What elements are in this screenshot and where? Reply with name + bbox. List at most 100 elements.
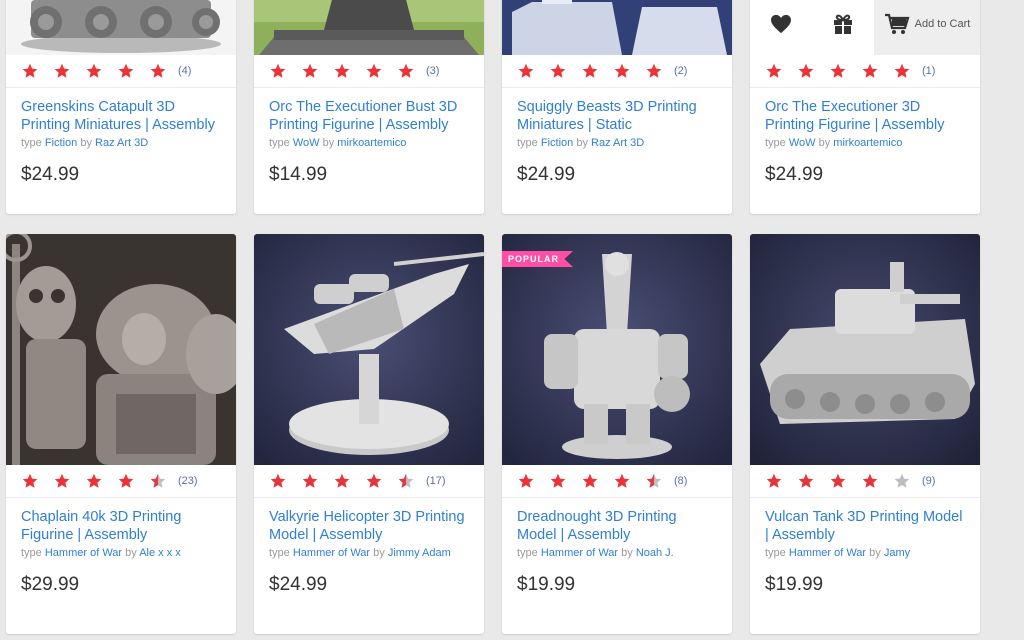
by-label: by (818, 137, 831, 149)
star-icon (118, 63, 134, 78)
rating-stars: (17) (254, 465, 484, 498)
rating-stars: (8) (502, 465, 732, 498)
author-link[interactable]: Raz Art 3D (591, 137, 644, 149)
type-link[interactable]: Hammer of War (541, 547, 618, 559)
product-meta: type WoW by mirkoartemico (269, 137, 469, 149)
product-card[interactable]: (3) Orc The Executioner Bust 3D Printing… (254, 0, 484, 214)
star-icon (862, 473, 878, 488)
type-link[interactable]: Hammer of War (789, 547, 866, 559)
type-link[interactable]: Hammer of War (293, 547, 370, 559)
star-empty-icon (894, 473, 910, 488)
by-label: by (373, 547, 385, 559)
add-to-cart-label: Add to Cart (914, 17, 971, 30)
product-price: $24.99 (269, 574, 328, 595)
rating-stars: (9) (750, 465, 980, 498)
product-title[interactable]: Chaplain 40k 3D Printing Figurine | Asse… (21, 508, 221, 544)
product-title[interactable]: Dreadnought 3D Printing Model | Assembly (517, 508, 717, 544)
product-card[interactable]: POPULAR (8) Dreadnought 3D Printing Mode… (502, 234, 732, 634)
product-price: $19.99 (765, 574, 824, 595)
star-icon (118, 473, 134, 488)
star-icon (366, 473, 382, 488)
product-image[interactable]: POPULAR (502, 234, 732, 465)
author-link[interactable]: Jamy (884, 547, 910, 559)
heart-icon (771, 14, 791, 33)
type-link[interactable]: Fiction (541, 137, 573, 149)
star-half-icon (150, 473, 166, 488)
star-icon (302, 63, 318, 78)
by-label: by (322, 137, 335, 149)
star-icon (862, 63, 878, 78)
star-icon (86, 473, 102, 488)
review-count[interactable]: (23) (178, 475, 198, 487)
product-title[interactable]: Valkyrie Helicopter 3D Printing Model | … (269, 508, 469, 544)
product-card[interactable]: (2) Squiggly Beasts 3D Printing Miniatur… (502, 0, 732, 214)
star-icon (830, 63, 846, 78)
star-icon (22, 63, 38, 78)
product-meta: type Hammer of War by Ale x x x (21, 547, 221, 559)
product-title[interactable]: Squiggly Beasts 3D Printing Miniatures |… (517, 98, 717, 134)
product-title[interactable]: Greenskins Catapult 3D Printing Miniatur… (21, 98, 221, 134)
review-count[interactable]: (4) (178, 65, 191, 77)
type-label: type (765, 137, 786, 149)
type-label: type (517, 137, 538, 149)
star-half-icon (646, 473, 662, 488)
star-icon (302, 473, 318, 488)
author-link[interactable]: mirkoartemico (337, 137, 406, 149)
review-count[interactable]: (3) (426, 65, 439, 77)
type-label: type (269, 137, 290, 149)
product-price: $24.99 (21, 164, 80, 185)
review-count[interactable]: (2) (674, 65, 687, 77)
star-icon (550, 63, 566, 78)
product-image[interactable] (750, 234, 980, 465)
star-icon (54, 63, 70, 78)
product-title[interactable]: Orc The Executioner Bust 3D Printing Fig… (269, 98, 469, 134)
type-link[interactable]: Fiction (45, 137, 77, 149)
wishlist-button[interactable] (750, 0, 812, 55)
type-link[interactable]: Hammer of War (45, 547, 122, 559)
product-meta: type Hammer of War by Jamy (765, 547, 965, 559)
product-card[interactable]: (4) Greenskins Catapult 3D Printing Mini… (6, 0, 236, 214)
type-label: type (21, 547, 42, 559)
product-title[interactable]: Orc The Executioner 3D Printing Figurine… (765, 98, 965, 134)
rating-stars: (3) (254, 55, 484, 88)
rating-stars: (4) (6, 55, 236, 88)
product-image[interactable] (254, 234, 484, 465)
review-count[interactable]: (9) (922, 475, 935, 487)
review-count[interactable]: (17) (426, 475, 446, 487)
cart-icon (884, 13, 910, 34)
review-count[interactable]: (1) (922, 65, 935, 77)
author-link[interactable]: mirkoartemico (833, 137, 902, 149)
type-link[interactable]: WoW (789, 137, 816, 149)
star-icon (54, 473, 70, 488)
product-meta: type WoW by mirkoartemico (765, 137, 965, 149)
star-icon (86, 63, 102, 78)
star-icon (582, 473, 598, 488)
by-label: by (80, 137, 92, 149)
type-label: type (517, 547, 538, 559)
product-card[interactable]: Add to Cart (1) Orc The Executioner 3D P… (750, 0, 980, 214)
type-label: type (269, 547, 290, 559)
author-link[interactable]: Noah J. (636, 547, 674, 559)
star-icon (270, 63, 286, 78)
author-link[interactable]: Raz Art 3D (95, 137, 148, 149)
type-link[interactable]: WoW (293, 137, 320, 149)
star-icon (334, 63, 350, 78)
product-card[interactable]: (9) Vulcan Tank 3D Printing Model | Asse… (750, 234, 980, 634)
product-image[interactable]: Add to Cart (750, 0, 980, 55)
author-link[interactable]: Ale x x x (139, 547, 181, 559)
rating-stars: (2) (502, 55, 732, 88)
product-image[interactable] (6, 234, 236, 465)
product-card[interactable]: (23) Chaplain 40k 3D Printing Figurine |… (6, 234, 236, 634)
quick-actions: Add to Cart (750, 0, 980, 55)
star-icon (398, 63, 414, 78)
product-image[interactable] (6, 0, 236, 55)
add-to-cart-button[interactable]: Add to Cart (874, 0, 980, 55)
gift-button[interactable] (812, 0, 874, 55)
review-count[interactable]: (8) (674, 475, 687, 487)
product-title[interactable]: Vulcan Tank 3D Printing Model | Assembly (765, 508, 965, 544)
product-image[interactable] (502, 0, 732, 55)
product-card[interactable]: (17) Valkyrie Helicopter 3D Printing Mod… (254, 234, 484, 634)
product-price: $24.99 (765, 164, 824, 185)
author-link[interactable]: Jimmy Adam (388, 547, 451, 559)
product-image[interactable] (254, 0, 484, 55)
